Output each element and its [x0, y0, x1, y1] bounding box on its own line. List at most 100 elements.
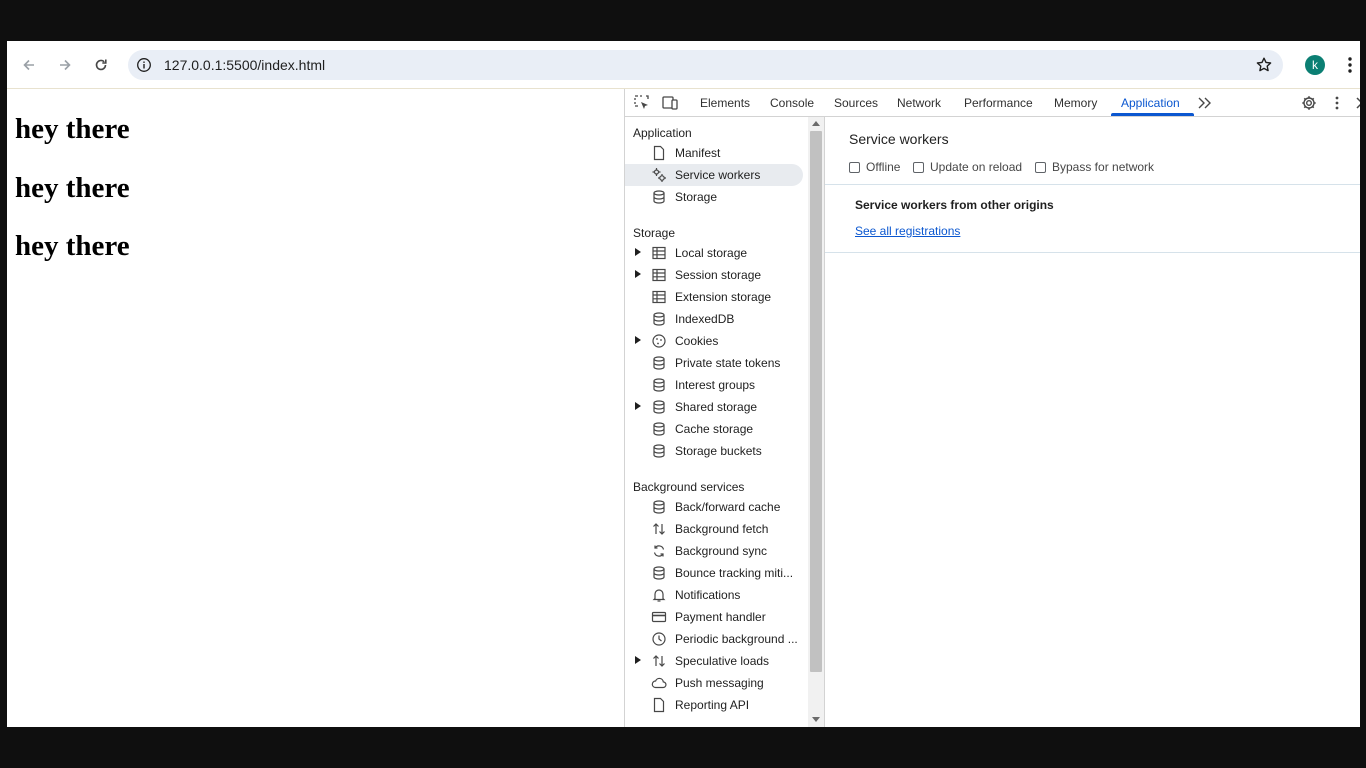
scroll-down-arrow-icon[interactable]: [812, 717, 820, 722]
sidebar-item-interest-groups[interactable]: Interest groups: [625, 374, 803, 396]
reload-icon: [95, 59, 107, 71]
sync-icon: [653, 545, 665, 557]
sidebar-item-label: Periodic background ...: [675, 632, 798, 646]
sidebar-item-label: Background fetch: [675, 522, 769, 536]
database-icon: [653, 190, 665, 204]
scroll-up-arrow-icon[interactable]: [812, 121, 820, 126]
sidebar-item-label: Speculative loads: [675, 654, 770, 668]
sidebar-item-label: Back/forward cache: [675, 500, 781, 514]
sidebar-item-storage[interactable]: Storage: [625, 186, 803, 208]
bypass-for-network-checkbox[interactable]: Bypass for network: [1035, 160, 1154, 174]
sidebar-item-reporting-api[interactable]: Reporting API: [625, 694, 803, 716]
expand-arrow-icon[interactable]: [635, 656, 641, 664]
section-application[interactable]: Application: [633, 126, 692, 140]
tab-application[interactable]: Application: [1121, 96, 1180, 110]
site-info-icon[interactable]: [136, 57, 152, 73]
sidebar-item-indexeddb[interactable]: IndexedDB: [625, 308, 803, 330]
inspect-element-icon[interactable]: [633, 94, 651, 112]
page-heading: hey there: [15, 230, 130, 262]
other-origins-title: Service workers from other origins: [855, 198, 1054, 212]
profile-avatar[interactable]: k: [1305, 55, 1325, 75]
settings-gear-icon[interactable]: [1300, 94, 1318, 112]
sidebar-item-label: Bounce tracking miti...: [675, 566, 794, 580]
see-all-registrations-link[interactable]: See all registrations: [855, 224, 960, 238]
sidebar-item-cache-storage[interactable]: Cache storage: [625, 418, 803, 440]
sidebar-item-notifications[interactable]: Notifications: [625, 584, 803, 606]
sidebar-item-push-messaging[interactable]: Push messaging: [625, 672, 803, 694]
sidebar-item-cookies[interactable]: Cookies: [625, 330, 803, 352]
sidebar-item-label: Shared storage: [675, 400, 758, 414]
browser-window: 127.0.0.1:5500/index.html k hey there he…: [7, 41, 1360, 727]
offline-checkbox[interactable]: Offline: [849, 160, 900, 174]
url-text[interactable]: 127.0.0.1:5500/index.html: [164, 57, 325, 73]
checkbox-label: Update on reload: [930, 160, 1023, 174]
service-workers-pane: Service workers Offline Update on reload…: [825, 117, 1360, 727]
expand-arrow-icon[interactable]: [635, 336, 641, 344]
sidebar-item-label: Local storage: [675, 246, 748, 260]
sidebar-item-extension-storage[interactable]: Extension storage: [625, 286, 803, 308]
tab-network[interactable]: Network: [897, 96, 941, 110]
checkbox-box[interactable]: [1035, 161, 1046, 173]
reload-button[interactable]: [89, 53, 113, 77]
arrow-left-icon: [23, 59, 34, 71]
table-icon: [652, 268, 666, 282]
sidebar-item-shared-storage[interactable]: Shared storage: [625, 396, 803, 418]
section-storage[interactable]: Storage: [633, 226, 675, 240]
sidebar-item-background-fetch[interactable]: Background fetch: [625, 518, 803, 540]
scrollbar-thumb[interactable]: [810, 131, 822, 672]
sidebar-scrollbar[interactable]: [808, 117, 824, 727]
sidebar-item-session-storage[interactable]: Session storage: [625, 264, 803, 286]
browser-toolbar: 127.0.0.1:5500/index.html k: [7, 41, 1360, 89]
sidebar-item-speculative-loads[interactable]: Speculative loads: [625, 650, 803, 672]
bookmark-star-icon[interactable]: [1255, 56, 1273, 74]
tab-performance[interactable]: Performance: [964, 96, 1033, 110]
section-background-services[interactable]: Background services: [633, 480, 744, 494]
sidebar-item-background-sync[interactable]: Background sync: [625, 540, 803, 562]
sidebar-item-storage-buckets[interactable]: Storage buckets: [625, 440, 803, 462]
sidebar-item-local-storage[interactable]: Local storage: [625, 242, 803, 264]
checkbox-box[interactable]: [849, 161, 860, 173]
sidebar-item-private-state-tokens[interactable]: Private state tokens: [625, 352, 803, 374]
sidebar-item-payment-handler[interactable]: Payment handler: [625, 606, 803, 628]
cookie-icon: [652, 334, 666, 348]
sidebar-item-manifest[interactable]: Manifest: [625, 142, 803, 164]
table-icon: [652, 290, 666, 304]
active-tab-indicator: [1111, 113, 1194, 116]
sidebar-item-label: Service workers: [675, 168, 761, 182]
divider: [825, 252, 1360, 253]
expand-arrow-icon[interactable]: [635, 248, 641, 256]
update-on-reload-checkbox[interactable]: Update on reload: [913, 160, 1022, 174]
sidebar-item-periodic-background-sync[interactable]: Periodic background ...: [625, 628, 803, 650]
device-toolbar-icon[interactable]: [661, 94, 679, 112]
sidebar-item-bounce-tracking[interactable]: Bounce tracking miti...: [625, 562, 803, 584]
sidebar-item-label: Manifest: [675, 146, 721, 160]
address-bar[interactable]: 127.0.0.1:5500/index.html: [128, 50, 1283, 80]
browser-menu-icon[interactable]: [1343, 55, 1357, 75]
database-icon: [653, 566, 665, 580]
clock-icon: [652, 632, 666, 646]
sidebar-item-label: Background sync: [675, 544, 768, 558]
sidebar-item-label: Private state tokens: [675, 356, 781, 370]
database-icon: [653, 312, 665, 326]
checkbox-box[interactable]: [913, 161, 924, 173]
devtools-menu-icon[interactable]: [1328, 94, 1346, 112]
sidebar-item-label: Session storage: [675, 268, 762, 282]
close-devtools-icon[interactable]: [1353, 94, 1360, 112]
expand-arrow-icon[interactable]: [635, 270, 641, 278]
back-button[interactable]: [17, 53, 41, 77]
arrow-right-icon: [60, 59, 71, 71]
forward-button[interactable]: [53, 53, 77, 77]
tab-sources[interactable]: Sources: [834, 96, 878, 110]
sidebar-item-label: Storage: [675, 190, 718, 204]
tab-memory[interactable]: Memory: [1054, 96, 1097, 110]
sidebar-item-service-workers[interactable]: Service workers: [625, 164, 803, 186]
tab-console[interactable]: Console: [770, 96, 814, 110]
database-icon: [653, 500, 665, 514]
database-icon: [653, 444, 665, 458]
checkbox-label: Bypass for network: [1052, 160, 1155, 174]
tab-elements[interactable]: Elements: [700, 96, 750, 110]
more-tabs-chevron-icon[interactable]: [1196, 94, 1214, 112]
up-down-arrows-icon: [653, 655, 665, 667]
sidebar-item-back-forward-cache[interactable]: Back/forward cache: [625, 496, 803, 518]
expand-arrow-icon[interactable]: [635, 402, 641, 410]
